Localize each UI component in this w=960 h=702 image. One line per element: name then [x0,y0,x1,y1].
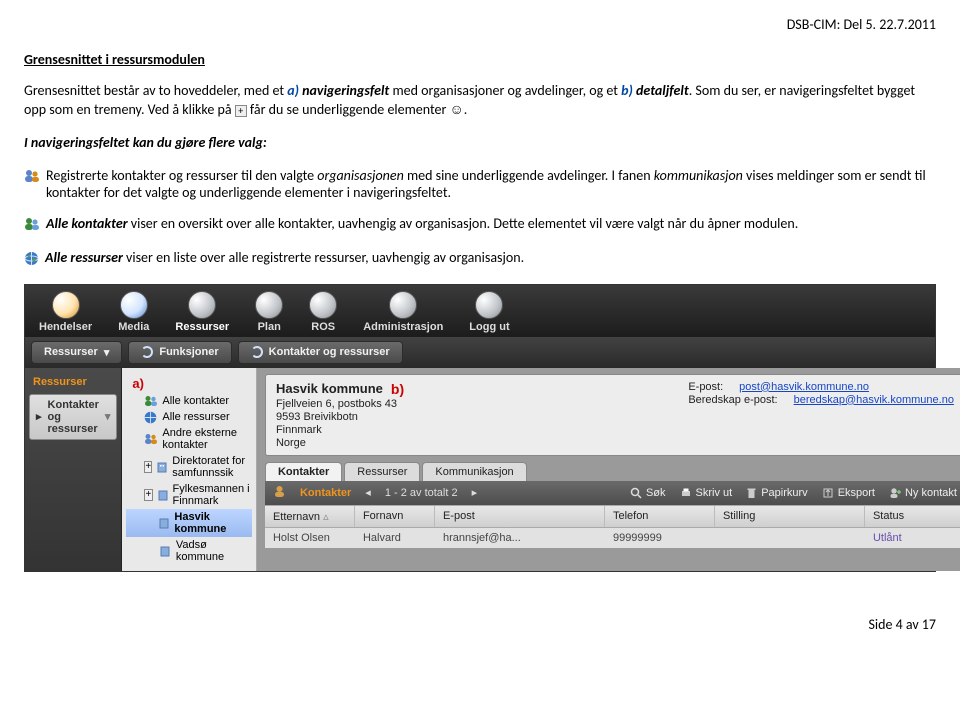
globe-icon [24,251,39,270]
tree-dsb[interactable]: + Direktoratet for samfunnssik [126,453,252,481]
pill-ressurser[interactable]: Ressurser▾ [31,341,122,364]
addr-line: Finnmark [276,424,404,436]
building-icon [158,517,170,529]
people-icon [144,395,158,407]
menu-media[interactable]: Media [118,291,149,333]
arrow-right-icon: ▸ [36,410,42,423]
col-fornavn[interactable]: Fornavn [355,506,435,527]
menu-admin[interactable]: Administrasjon [363,291,443,333]
page-footer: Side 4 av 17 [24,616,936,633]
left-sidebar: Ressurser ▸ Kontakter og ressurser ▾ [25,368,122,571]
expand-icon: + [235,105,247,117]
tree-andre-eksterne[interactable]: Andre eksterne kontakter [126,425,252,453]
breadcrumb-row: Ressurser▾ Funksjoner Kontakter og ressu… [25,337,935,368]
pager-text: 1 - 2 av totalt 2 [385,487,458,499]
people-icon [144,433,158,445]
bullet-alle-ressurser: Alle ressurser viser en liste over alle … [24,249,936,270]
annotation-b: b) [391,381,404,397]
building-icon [159,545,172,557]
people-icon [24,169,40,187]
menu-hendelser[interactable]: Hendelser [39,291,92,333]
sidebar-section-label: Ressurser [29,374,117,394]
paragraph-intro: Grensesnittet består av to hoveddeler, m… [24,82,936,120]
col-etternavn[interactable]: Etternavn ▵ [265,506,355,527]
person-icon [273,485,286,501]
pager-prev[interactable]: ◂ [365,486,371,499]
toolbar-title: Kontakter [300,487,351,499]
section-heading: Grensesnittet i ressursmodulen [24,51,936,68]
bullet-registrerte: Registrerte kontakter og ressurser til d… [24,167,936,201]
menu-loggut[interactable]: Logg ut [469,291,509,333]
print-icon [680,487,692,499]
col-status[interactable]: Status [865,506,960,527]
refresh-icon [141,346,153,358]
building-icon [157,489,169,501]
menu-ressurser[interactable]: Ressurser [175,291,229,333]
email-link[interactable]: beredskap@hasvik.kommune.no [794,394,954,406]
col-stilling[interactable]: Stilling [715,506,865,527]
tree-fylkesmannen[interactable]: + Fylkesmannen i Finnmark [126,481,252,509]
expand-icon[interactable]: + [144,461,152,473]
annotation-a: a) [132,376,144,391]
add-person-icon [889,487,901,499]
tab-ressurser[interactable]: Ressurser [344,462,420,481]
trash-icon [746,487,757,499]
pill-funksjoner[interactable]: Funksjoner [128,341,231,364]
col-epost[interactable]: E-post [435,506,605,527]
tab-kommunikasjon[interactable]: Kommunikasjon [422,462,526,481]
pill-kontakter-ressurser[interactable]: Kontakter og ressurser [238,341,403,364]
tab-kontakter[interactable]: Kontakter [265,462,342,481]
people-green-icon [24,217,40,235]
contacts-table: Etternavn ▵ Fornavn E-post Telefon Still… [265,505,960,548]
action-nykontakt[interactable]: Ny kontakt [889,487,957,499]
tree-vadso[interactable]: Vadsø kommune [126,537,252,565]
main-menu: Hendelser Media Ressurser Plan ROS Admin… [25,285,935,337]
col-telefon[interactable]: Telefon [605,506,715,527]
doc-id: DSB-CIM: Del 5. 22.7.2011 [24,16,936,33]
tree-alle-kontakter[interactable]: Alle kontakter [126,393,252,409]
detail-tabs: Kontakter Ressurser Kommunikasjon [265,462,960,481]
email-link[interactable]: post@hasvik.kommune.no [739,381,869,393]
chevron-down-icon: ▾ [105,410,111,423]
addr-line: 9593 Breivikbotn [276,411,404,423]
sidebar-selected-item[interactable]: ▸ Kontakter og ressurser ▾ [29,394,117,440]
building-icon [156,461,168,473]
pager-next[interactable]: ▸ [472,486,478,499]
menu-ros[interactable]: ROS [309,291,337,333]
export-icon [822,487,834,499]
detail-panel: Hasvik kommune b) Fjellveien 6, postboks… [257,368,960,571]
nav-tree: a) Alle kontakter Alle ressurser Andre e… [122,368,257,571]
addr-line: Norge [276,437,404,449]
org-card: Hasvik kommune b) Fjellveien 6, postboks… [265,374,960,456]
detail-toolbar: Kontakter ◂ 1 - 2 av totalt 2 ▸ Søk Skri… [265,481,960,505]
tree-alle-ressurser[interactable]: Alle ressurser [126,409,252,425]
action-sok[interactable]: Søk [630,487,666,499]
table-row[interactable]: Holst Olsen Halvard hrannsjef@ha... 9999… [265,528,960,548]
refresh-icon [251,346,263,358]
action-papirkurv[interactable]: Papirkurv [746,487,807,499]
bullet-alle-kontakter: Alle kontakter viser en oversikt over al… [24,215,936,235]
globe-icon [144,411,158,423]
addr-line: Fjellveien 6, postboks 43 [276,398,404,410]
search-icon [630,487,642,499]
table-header: Etternavn ▵ Fornavn E-post Telefon Still… [265,505,960,528]
org-title: Hasvik kommune [276,381,383,396]
menu-plan[interactable]: Plan [255,291,283,333]
action-skrivut[interactable]: Skriv ut [680,487,733,499]
action-eksport[interactable]: Eksport [822,487,875,499]
expand-icon[interactable]: + [144,489,152,501]
app-screenshot: Hendelser Media Ressurser Plan ROS Admin… [24,284,936,572]
tree-hasvik[interactable]: Hasvik kommune [126,509,252,537]
paragraph-nav-lead: I navigeringsfeltet kan du gjøre flere v… [24,134,936,153]
